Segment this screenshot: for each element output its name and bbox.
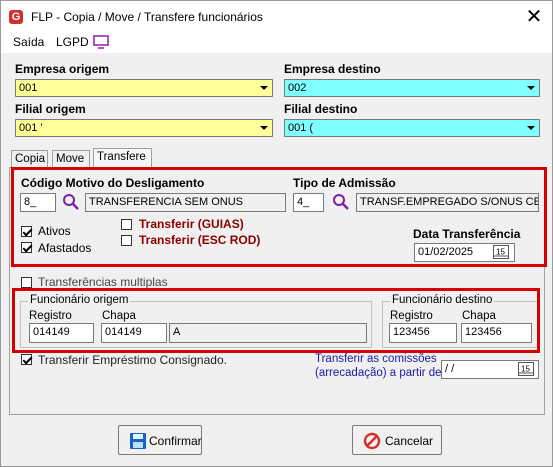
cancel-label: Cancelar: [385, 434, 434, 448]
chevron-down-icon: [527, 86, 535, 90]
dest-company-label: Empresa destino: [284, 62, 381, 76]
cancel-icon: [363, 432, 381, 450]
search-icon[interactable]: [332, 193, 350, 211]
ativos-label: Ativos: [38, 224, 71, 238]
afastados-label: Afastados: [38, 241, 92, 255]
tab-copia-label: Copia: [15, 153, 46, 165]
menu-exit[interactable]: Saída: [13, 35, 44, 49]
window-title: FLP - Copia / Move / Transfere funcionár…: [31, 10, 263, 24]
origin-branch-label: Filial origem: [15, 102, 86, 116]
commission-date-value: / /: [445, 363, 455, 375]
svg-text:15: 15: [521, 365, 530, 374]
highlight-box-employees: [12, 288, 540, 353]
main-window: G FLP - Copia / Move / Transfere funcion…: [0, 0, 553, 467]
close-button[interactable]: ✕: [521, 5, 547, 29]
title-bar: G FLP - Copia / Move / Transfere funcion…: [1, 1, 552, 33]
dest-branch-value: 001 (: [288, 122, 314, 134]
commission-label-1: Transferir as comissões: [315, 353, 437, 365]
loan-label: Transferir Empréstimo Consignado.: [38, 353, 227, 367]
app-logo-icon: G: [9, 10, 23, 24]
chevron-down-icon: [527, 126, 535, 130]
menu-bar: Saída LGPD: [1, 33, 552, 53]
reason-code-input[interactable]: 8_: [20, 193, 56, 212]
multiple-label: Transferências multiplas: [38, 275, 168, 289]
dest-company-select[interactable]: 002: [284, 79, 540, 97]
reason-label: Código Motivo do Desligamento: [21, 176, 205, 190]
admission-code-input[interactable]: 4_: [293, 193, 324, 212]
origin-branch-value: 001 ': [19, 122, 43, 134]
origin-branch-select[interactable]: 001 ': [15, 119, 273, 137]
cancel-button[interactable]: Cancelar: [352, 425, 442, 455]
monitor-icon[interactable]: [93, 35, 109, 49]
origin-company-value: 001: [19, 82, 38, 94]
search-icon[interactable]: [62, 193, 80, 211]
esc-rod-label: Transferir (ESC ROD): [139, 233, 261, 247]
confirm-button[interactable]: Confirmar: [118, 425, 202, 455]
tab-transfere-label: Transfere: [97, 151, 146, 163]
calendar-icon[interactable]: 15: [518, 362, 534, 376]
guias-checkbox[interactable]: [121, 219, 132, 230]
dest-branch-label: Filial destino: [284, 102, 358, 116]
dest-branch-select[interactable]: 001 (: [284, 119, 540, 137]
loan-checkbox[interactable]: [21, 354, 32, 365]
svg-text:15: 15: [496, 248, 505, 257]
chevron-down-icon: [260, 126, 268, 130]
origin-company-select[interactable]: 001: [15, 79, 273, 97]
menu-lgpd[interactable]: LGPD: [56, 35, 89, 49]
chevron-down-icon: [260, 86, 268, 90]
save-icon: [130, 433, 146, 449]
tab-move-label: Move: [56, 153, 85, 165]
transfer-date-label: Data Transferência: [413, 227, 521, 241]
transfer-date-value: 01/02/2025: [418, 246, 474, 258]
reason-desc-field: TRANSFERENCIA SEM ONUS: [85, 193, 286, 212]
commission-label-2: (arrecadação) a partir de :: [315, 367, 448, 379]
esc-rod-checkbox[interactable]: [121, 235, 132, 246]
tab-transfere[interactable]: Transfere: [93, 148, 152, 169]
confirm-label: Confirmar: [149, 434, 202, 448]
multiple-checkbox[interactable]: [21, 277, 32, 288]
dest-company-value: 002: [288, 82, 307, 94]
guias-label: Transferir (GUIAS): [139, 217, 244, 231]
admission-desc-field: TRANSF.EMPREGADO S/ONUS CE: [356, 193, 539, 212]
origin-company-label: Empresa origem: [15, 62, 110, 76]
admission-label: Tipo de Admissão: [293, 176, 396, 190]
ativos-checkbox[interactable]: [21, 226, 32, 237]
afastados-checkbox[interactable]: [21, 242, 32, 253]
calendar-icon[interactable]: 15: [493, 245, 509, 259]
